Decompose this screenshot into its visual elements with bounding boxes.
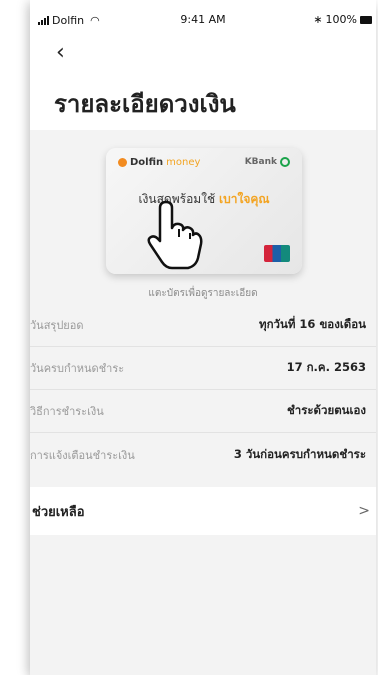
detail-value: 17 ก.ค. 2563 (286, 360, 366, 374)
detail-row: วันครบกำหนดชำระ 17 ก.ค. 2563 (30, 347, 376, 390)
brand-primary: Dolfin (130, 157, 164, 168)
content-area: Dolfin money KBank เงินสดพร้อมใช้ เบาใจคุ… (30, 130, 376, 675)
tagline-highlight: เบาใจคุณ (219, 192, 270, 206)
page-title: รายละเอียดวงเงิน (54, 90, 236, 118)
detail-value: 3 วันก่อนครบกำหนดชำระ (233, 446, 366, 461)
detail-label: การแจ้งเตือนชำระเงิน (30, 448, 135, 462)
tap-hand-icon (147, 200, 203, 270)
kbank-logo: KBank (245, 157, 290, 167)
page-header: ‹ รายละเอียดวงเงิน (30, 34, 376, 130)
detail-label: วิธีการชำระเงิน (30, 405, 104, 418)
chevron-right-icon: > (358, 503, 370, 519)
brand-secondary: money (166, 157, 201, 168)
phone-screen: Dolfin ◠ 9:41 AM ∗ 100% ‹ รายละเอียดวงเง… (30, 0, 376, 675)
detail-row: วิธีการชำระเงิน ชำระด้วยตนเอง (30, 390, 376, 433)
back-icon[interactable]: ‹ (56, 42, 65, 64)
kbank-icon (280, 157, 290, 167)
credit-card[interactable]: Dolfin money KBank เงินสดพร้อมใช้ เบาใจคุ… (106, 148, 302, 274)
detail-list: วันสรุปยอด ทุกวันที่ 16 ของเดือน วันครบก… (30, 304, 376, 476)
battery-group: ∗ 100% (313, 13, 372, 26)
detail-label: วันสรุปยอด (30, 319, 84, 332)
card-section: Dolfin money KBank เงินสดพร้อมใช้ เบาใจคุ… (30, 130, 376, 304)
help-label: ช่วยเหลือ (32, 504, 85, 520)
dolfin-logo: Dolfin money (118, 157, 200, 168)
battery-icon (360, 15, 372, 24)
dolfin-dot-icon (118, 158, 127, 167)
detail-label: วันครบกำหนดชำระ (30, 362, 125, 375)
detail-row: การแจ้งเตือนชำระเงิน 3 วันก่อนครบกำหนดชำ… (30, 433, 376, 476)
bank-name: KBank (244, 157, 277, 167)
detail-value: ชำระด้วยตนเอง (286, 403, 366, 417)
status-bar: Dolfin ◠ 9:41 AM ∗ 100% (30, 0, 376, 34)
card-tagline: เงินสดพร้อมใช้ เบาใจคุณ (106, 190, 302, 209)
bluetooth-icon: ∗ (313, 13, 323, 26)
detail-row: วันสรุปยอด ทุกวันที่ 16 ของเดือน (30, 304, 376, 347)
help-menu-item[interactable]: ช่วยเหลือ > (30, 487, 376, 535)
unionpay-logo (264, 245, 290, 262)
detail-value: ทุกวันที่ 16 ของเดือน (258, 317, 366, 331)
card-hint: แตะบัตรเพื่อดูรายละเอียด (148, 288, 258, 299)
battery-percent: 100% (325, 13, 357, 26)
